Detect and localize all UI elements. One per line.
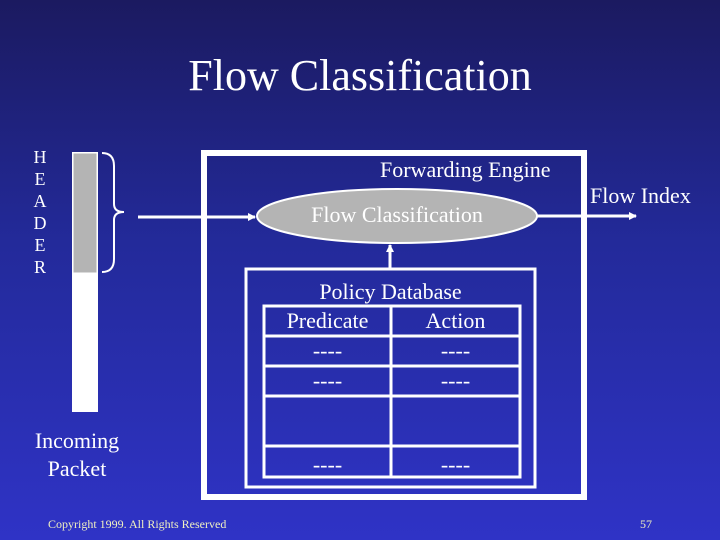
copyright-notice: Copyright 1999. All Rights Reserved [48,517,227,531]
table-cell-predicate: ---- [312,452,343,477]
table-cell-action: ---- [440,338,471,363]
header-letter: E [34,169,46,189]
slide-title: Flow Classification [188,51,532,100]
flow-classification-label: Flow Classification [311,202,483,227]
table-cell-predicate: ---- [312,368,343,393]
header-letter: A [33,191,47,211]
incoming-packet-line1: Incoming [34,428,120,453]
table-cell-predicate: ---- [312,338,343,363]
policy-database-title: Policy Database [319,279,462,304]
column-header-action: Action [425,308,486,333]
header-letter: E [34,235,46,255]
header-brace [101,152,125,273]
incoming-packet-label: Incoming Packet [20,427,134,483]
column-header-predicate: Predicate [286,308,369,333]
flow-index-label: Flow Index [590,183,691,208]
packet-header-section [73,153,97,273]
header-letter: H [33,147,47,167]
incoming-packet-line2: Packet [47,456,107,481]
table-cell-action: ---- [440,368,471,393]
forwarding-engine-label: Forwarding Engine [380,157,551,182]
header-vertical-label: H E A D E R [28,146,52,278]
header-letter: R [33,257,46,277]
table-cell-action: ---- [440,452,471,477]
slide-number: 57 [640,517,652,531]
header-letter: D [33,213,47,233]
